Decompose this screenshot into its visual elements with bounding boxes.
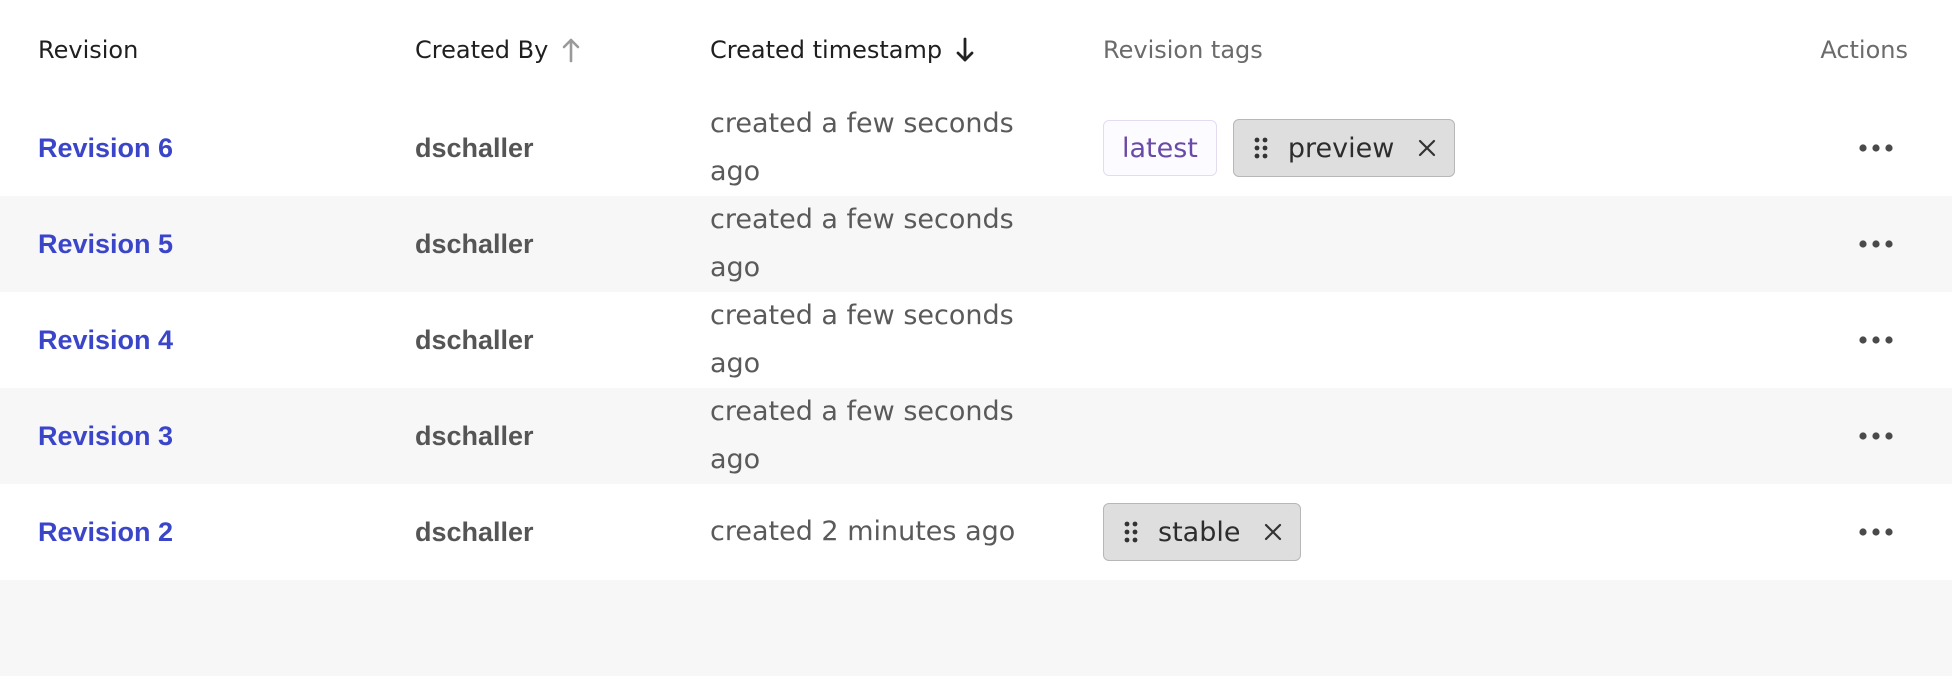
arrow-up-icon[interactable] (560, 36, 582, 64)
actions-menu-button[interactable] (1856, 484, 1896, 580)
column-header-revision-tags: Revision tags (1103, 32, 1263, 68)
tag-label: stable (1158, 516, 1241, 548)
created-by: dschaller (415, 228, 534, 259)
created-by: dschaller (415, 324, 534, 355)
column-header-label: Created timestamp (710, 36, 943, 64)
drag-handle-icon[interactable] (1254, 137, 1268, 159)
column-header-revision[interactable]: Revision (38, 32, 138, 68)
ellipsis-icon (1859, 431, 1893, 441)
column-header-label: Revision tags (1103, 36, 1263, 64)
created-timestamp: created 2 minutes ago (710, 516, 1016, 547)
created-timestamp: created a few seconds ago (710, 204, 1014, 283)
created-timestamp: created a few seconds ago (710, 108, 1014, 187)
tag-label: preview (1287, 132, 1395, 164)
ellipsis-icon (1859, 143, 1893, 153)
actions-menu-button[interactable] (1856, 196, 1896, 292)
actions-menu-button[interactable] (1856, 388, 1896, 484)
created-by: dschaller (415, 516, 534, 547)
tag-latest: latest (1103, 120, 1217, 176)
table-row (0, 580, 1952, 676)
revision-link[interactable]: Revision 6 (38, 100, 173, 196)
revision-tags: stable (1103, 484, 1302, 580)
created-by: dschaller (415, 132, 534, 163)
ellipsis-icon (1859, 335, 1893, 345)
revision-link[interactable]: Revision 2 (38, 484, 173, 580)
revision-link[interactable]: Revision 3 (38, 388, 173, 484)
actions-menu-button[interactable] (1856, 100, 1896, 196)
revision-tags: latest preview (1103, 100, 1456, 196)
revision-link[interactable]: Revision 5 (38, 196, 173, 292)
column-header-label: Actions (1820, 36, 1908, 64)
close-icon[interactable] (1264, 523, 1282, 541)
close-icon[interactable] (1418, 139, 1436, 157)
table-row: Revision 2 dschaller created 2 minutes a… (0, 484, 1952, 580)
column-header-created-by[interactable]: Created By (415, 32, 582, 68)
created-timestamp: created a few seconds ago (710, 396, 1014, 475)
table-row: Revision 6 dschaller created a few secon… (0, 100, 1952, 196)
actions-menu-button[interactable] (1856, 292, 1896, 388)
ellipsis-icon (1859, 239, 1893, 249)
tag-chip[interactable]: preview (1232, 119, 1456, 177)
column-header-created-timestamp[interactable]: Created timestamp (710, 32, 976, 68)
table-row: Revision 4 dschaller created a few secon… (0, 292, 1952, 388)
created-timestamp: created a few seconds ago (710, 300, 1014, 379)
revisions-table: Revision Created By Created timestamp Re… (0, 0, 1952, 676)
created-by: dschaller (415, 420, 534, 451)
tag-chip[interactable]: stable (1103, 503, 1302, 561)
table-row: Revision 3 dschaller created a few secon… (0, 388, 1952, 484)
column-header-actions: Actions (1820, 32, 1908, 68)
column-header-label: Created By (415, 36, 549, 64)
arrow-down-icon[interactable] (954, 36, 976, 64)
column-header-label: Revision (38, 36, 139, 64)
ellipsis-icon (1859, 527, 1893, 537)
revision-link[interactable]: Revision 4 (38, 292, 173, 388)
table-header: Revision Created By Created timestamp Re… (0, 0, 1952, 100)
table-row: Revision 5 dschaller created a few secon… (0, 196, 1952, 292)
drag-handle-icon[interactable] (1124, 521, 1138, 543)
